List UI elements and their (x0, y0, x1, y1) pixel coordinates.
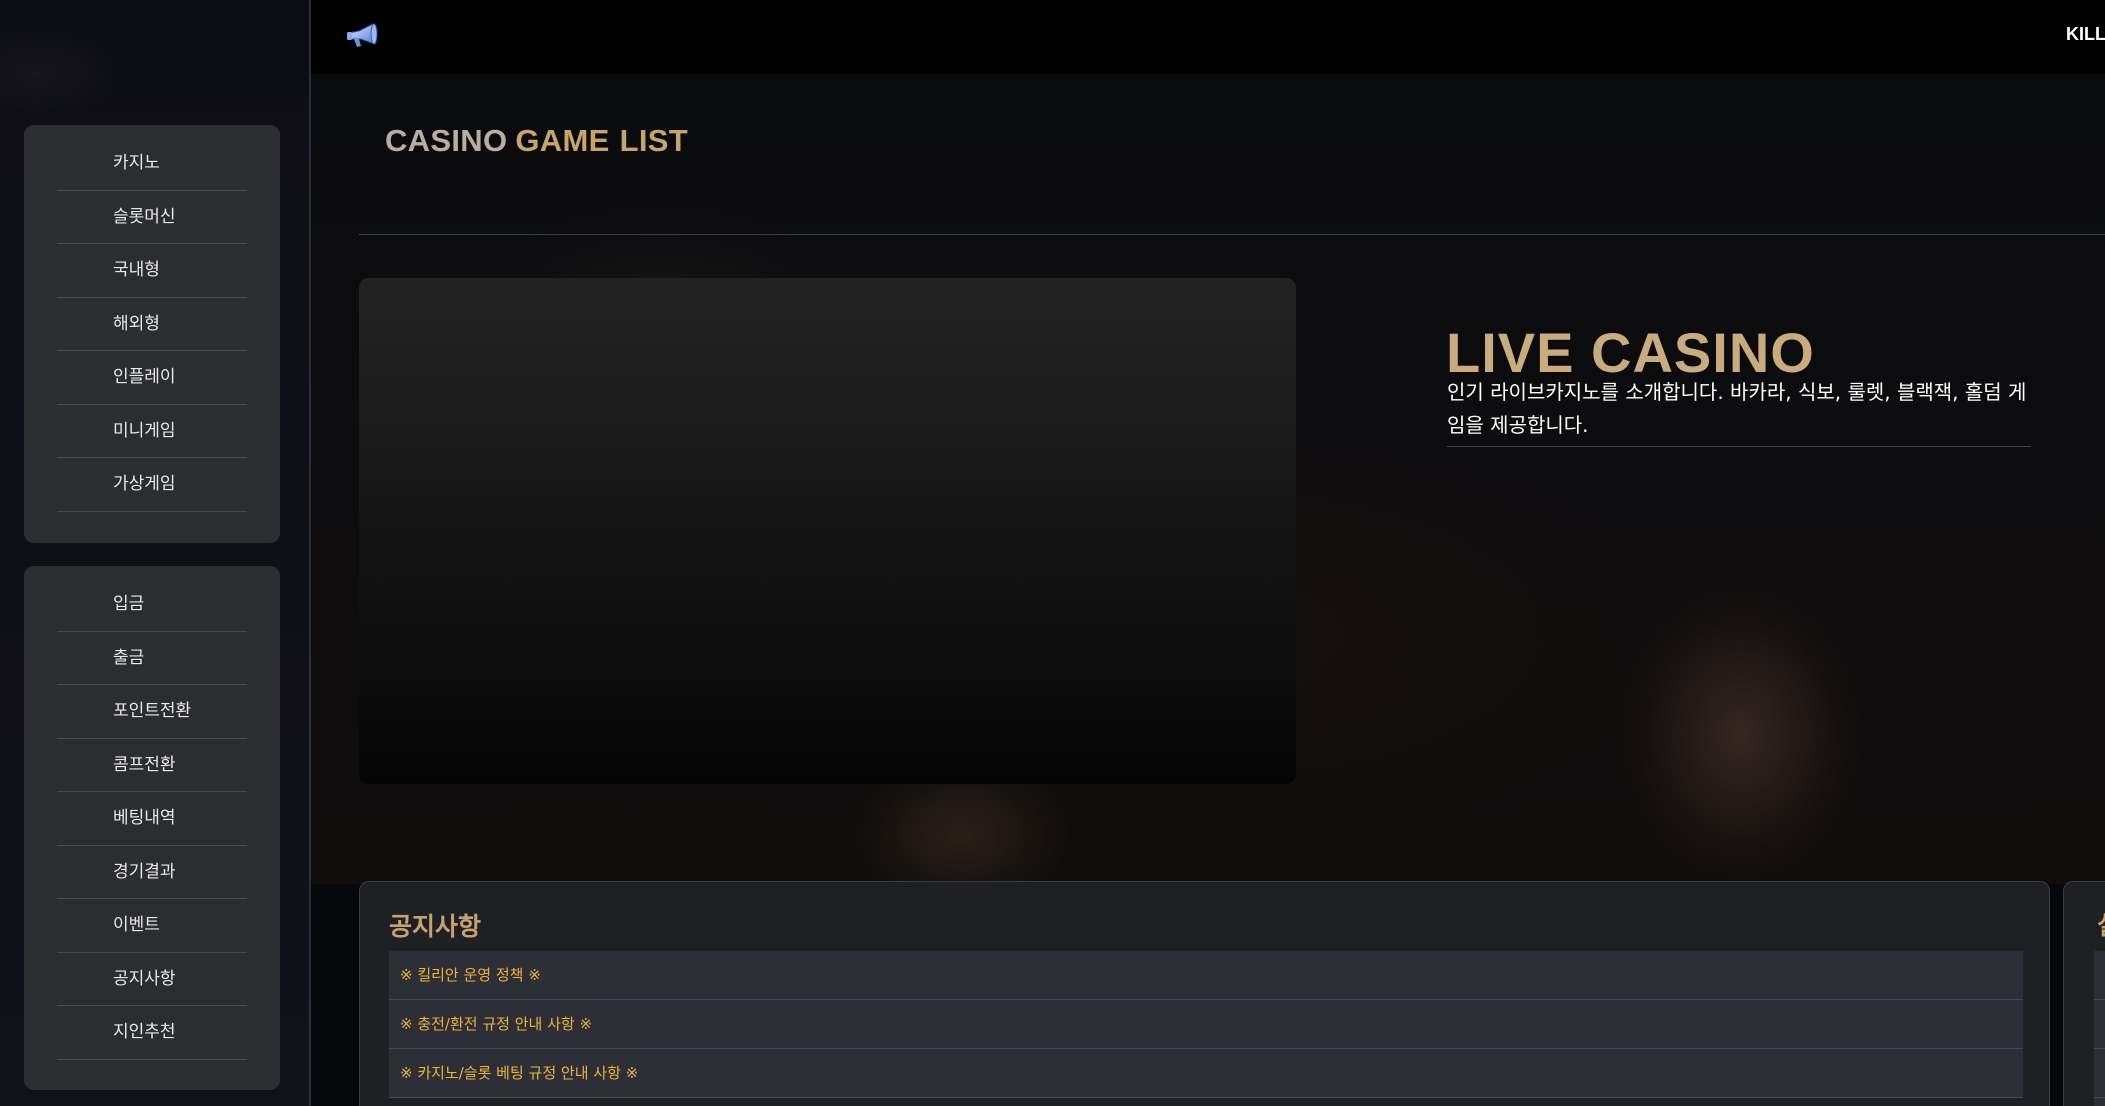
sidebar-item-domestic[interactable]: 국내형 (57, 244, 247, 298)
sidebar-item-comp-exchange[interactable]: 콤프전환 (57, 739, 247, 792)
notice-item[interactable]: ※ 킬리안 운영 정책 ※ (389, 951, 2023, 1000)
sidebar-item-minigame[interactable]: 미니게임 (57, 405, 247, 458)
notice-list: ※ 킬리안 운영 정책 ※ ※ 충전/환전 규정 안내 사항 ※ ※ 카지노/슬… (389, 951, 2023, 1098)
megaphone-icon[interactable] (346, 22, 380, 50)
page-title-part3: LIST (619, 122, 688, 158)
notice-item[interactable]: ※ 충전/환전 규정 안내 사항 ※ (389, 1000, 2023, 1049)
sidebar-item-point-exchange[interactable]: 포인트전환 (57, 685, 247, 739)
secondary-board-title: 실 (2097, 906, 2105, 942)
notice-panel: 공지사항 ※ 킬리안 운영 정책 ※ ※ 충전/환전 규정 안내 사항 ※ ※ … (359, 881, 2050, 1106)
sidebar-item-referral[interactable]: 지인추천 (57, 1006, 247, 1060)
sidebar-item-notice[interactable]: 공지사항 (57, 953, 247, 1006)
sidebar-item-deposit[interactable]: 입금 (57, 578, 247, 632)
sidebar-item-withdraw[interactable]: 출금 (57, 632, 247, 685)
title-divider (359, 234, 2105, 235)
sidebar-logo-watermark (0, 28, 120, 118)
live-casino-divider (1447, 446, 2031, 447)
sidebar-item-casino[interactable]: 카지노 (57, 137, 247, 191)
page-title-part1: CASINO (385, 122, 508, 158)
sidebar-item-virtual[interactable]: 가상게임 (57, 458, 247, 512)
game-menu-panel: 카지노 슬롯머신 국내형 해외형 인플레이 미니게임 가상게임 (24, 125, 280, 543)
notice-title: 공지사항 (389, 912, 482, 941)
live-casino-preview[interactable] (359, 278, 1296, 784)
main-content: KILLI CASINOGAMELIST LIVE CASINO 인기 라이브카… (311, 0, 2105, 1106)
sidebar-item-overseas[interactable]: 해외형 (57, 298, 247, 351)
sidebar-item-bet-history[interactable]: 베팅내역 (57, 792, 247, 846)
sidebar-item-event[interactable]: 이벤트 (57, 899, 247, 953)
page-title: CASINO GAME LIST (385, 123, 688, 159)
page: 카지노 슬롯머신 국내형 해외형 인플레이 미니게임 가상게임 입금 출금 포인… (0, 0, 2105, 1106)
top-bar: KILLI (311, 0, 2105, 74)
site-name-label[interactable]: KILLI (2066, 24, 2105, 45)
page-title-part2: GAME (515, 122, 610, 158)
secondary-board-list[interactable] (2094, 951, 2105, 1106)
secondary-board-panel: 실 (2063, 881, 2105, 1106)
sidebar: 카지노 슬롯머신 국내형 해외형 인플레이 미니게임 가상게임 입금 출금 포인… (0, 0, 311, 1106)
account-menu-panel: 입금 출금 포인트전환 콤프전환 베팅내역 경기결과 이벤트 공지사항 지인추천 (24, 566, 280, 1090)
sidebar-item-results[interactable]: 경기결과 (57, 846, 247, 899)
live-casino-description: 인기 라이브카지노를 소개합니다. 바카라, 식보, 룰렛, 블랙잭, 홀덤 게… (1447, 380, 2027, 437)
notice-item[interactable]: ※ 카지노/슬롯 베팅 규정 안내 사항 ※ (389, 1049, 2023, 1098)
sidebar-item-slot[interactable]: 슬롯머신 (57, 191, 247, 244)
sidebar-item-inplay[interactable]: 인플레이 (57, 351, 247, 405)
